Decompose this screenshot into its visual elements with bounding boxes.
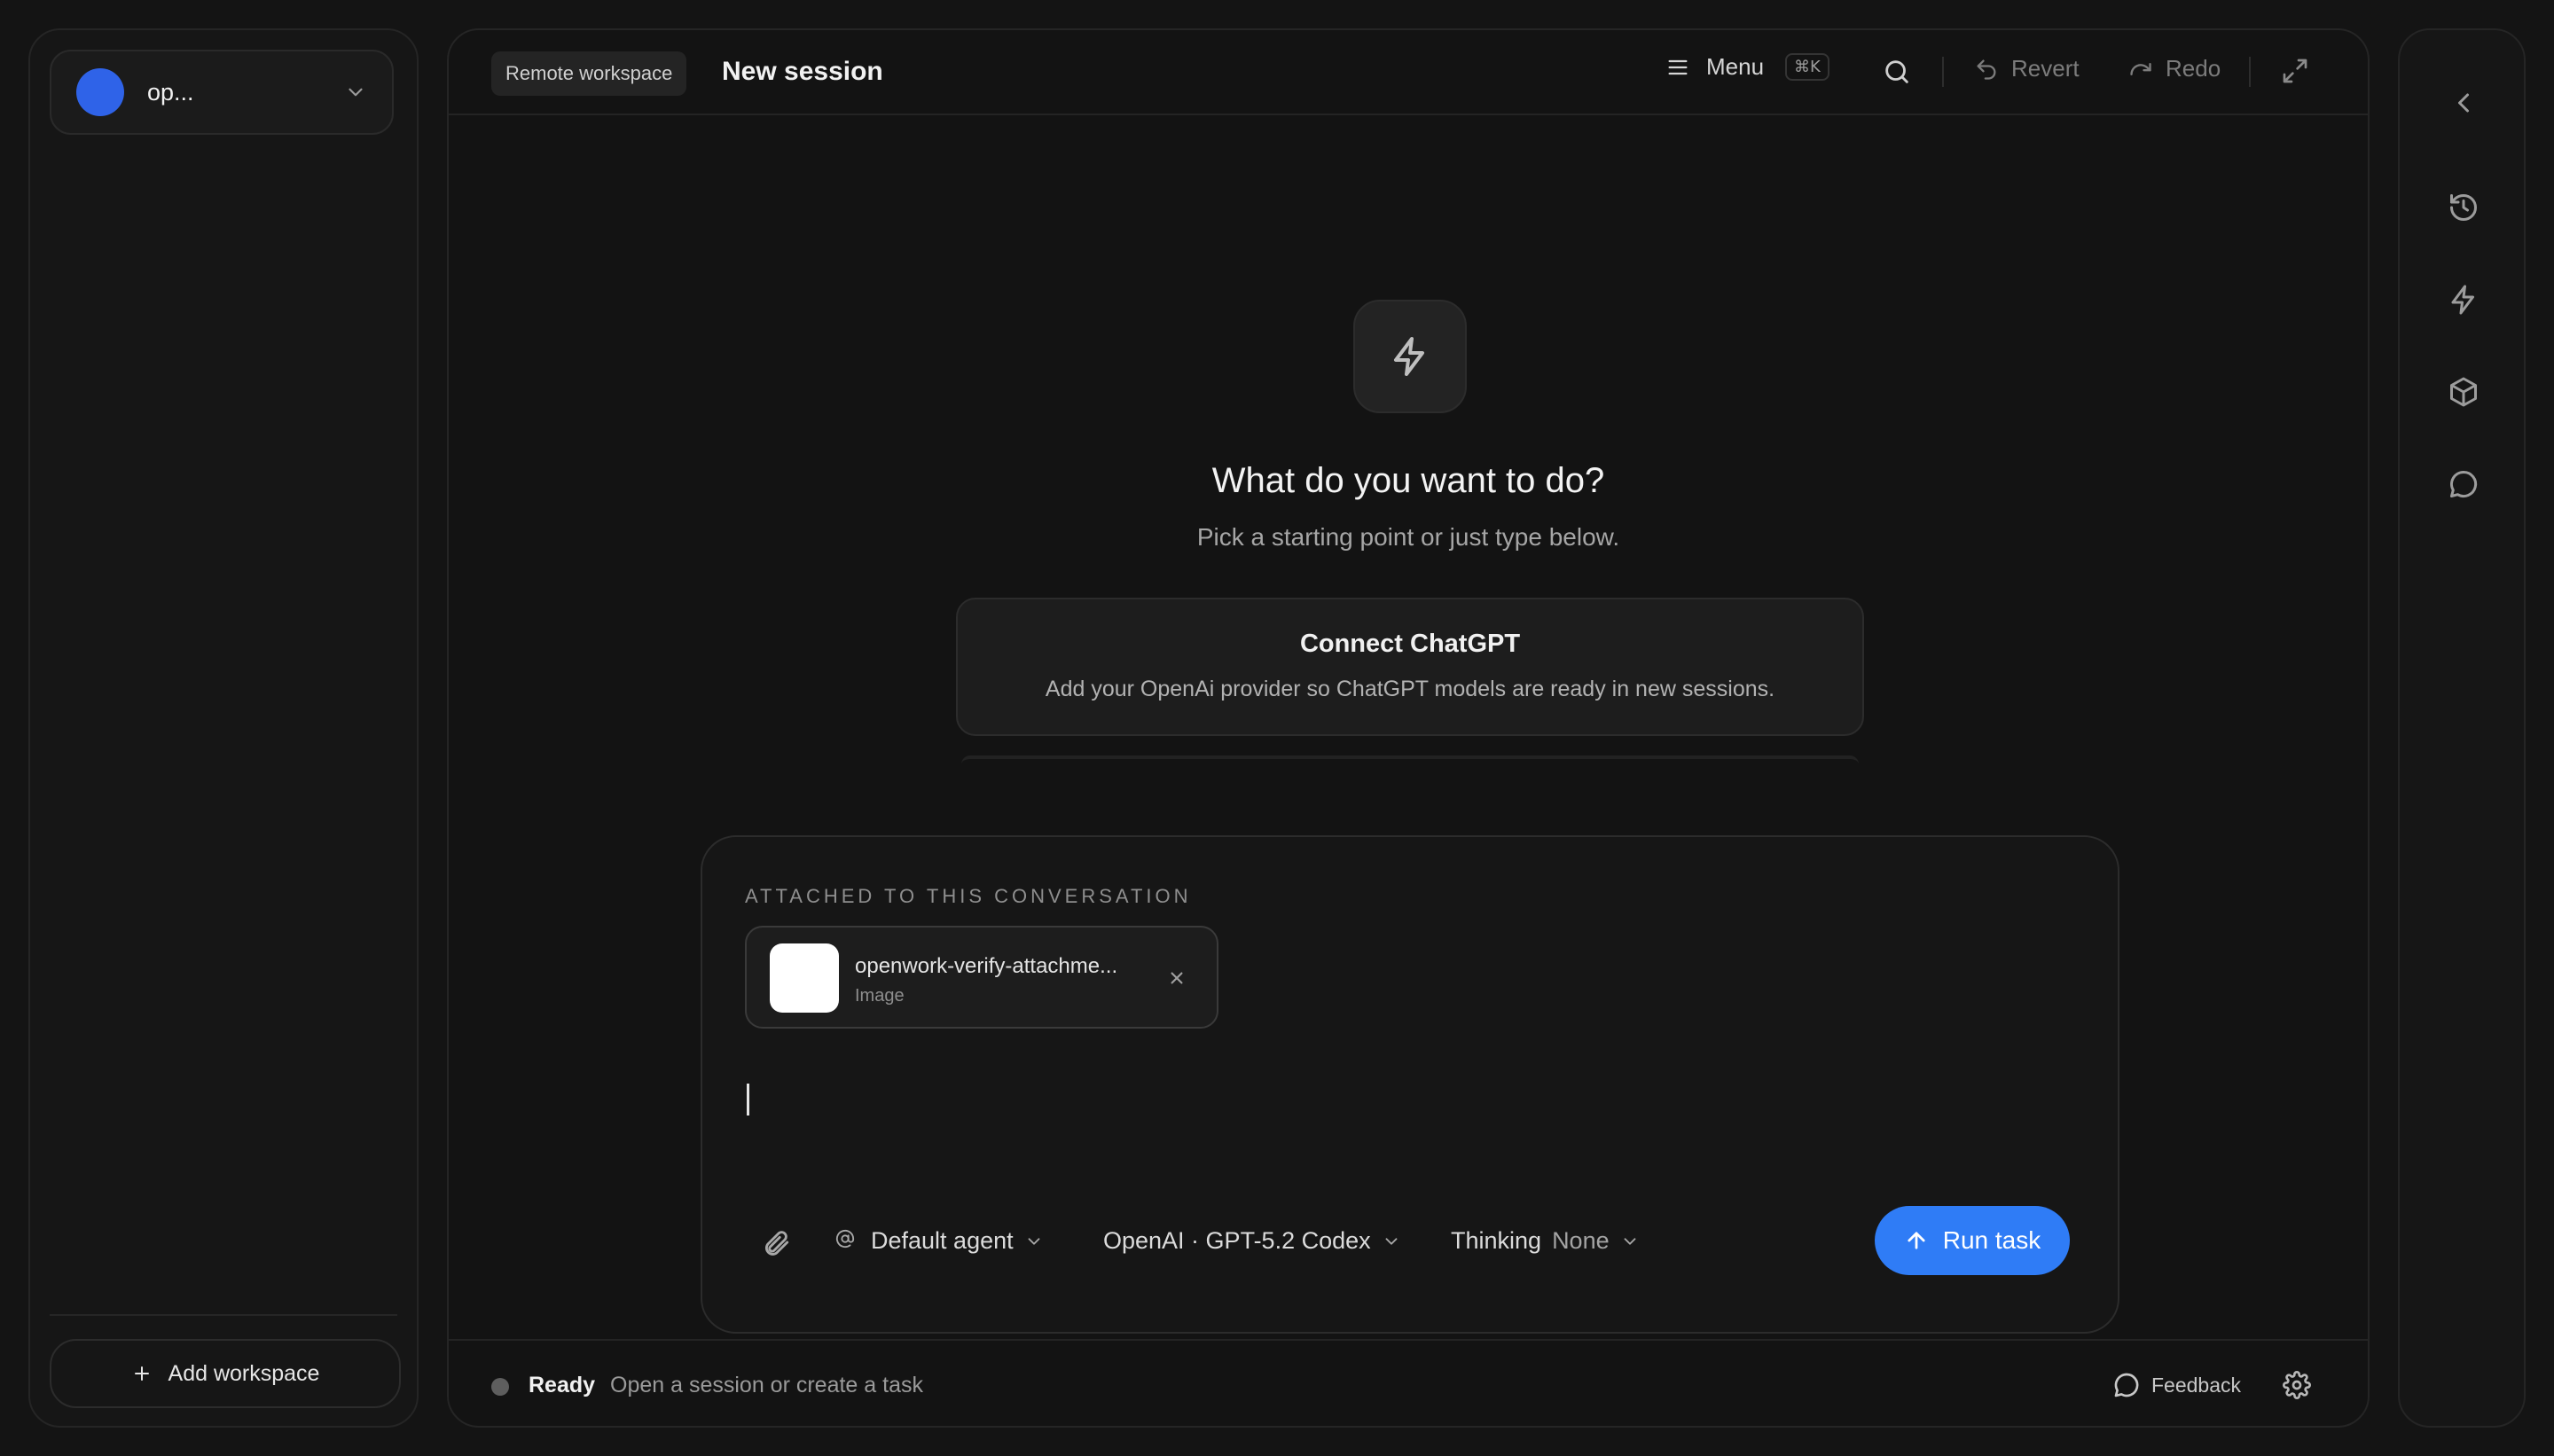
agent-label: Default agent: [871, 1227, 1014, 1254]
expand-icon[interactable]: [2281, 57, 2309, 85]
connect-chatgpt-card[interactable]: Connect ChatGPT Add your OpenAi provider…: [956, 598, 1864, 736]
remote-workspace-badge: Remote workspace: [491, 51, 687, 96]
header-divider: [2249, 57, 2251, 87]
run-task-label: Run task: [1942, 1226, 2041, 1254]
workspace-selector[interactable]: op...: [50, 50, 394, 135]
history-icon[interactable]: [2448, 192, 2480, 223]
status-label: Ready: [529, 1373, 596, 1397]
workspace-avatar: [76, 68, 124, 116]
hero-title: What do you want to do?: [1211, 461, 1605, 500]
suggestion-title: Connect ChatGPT: [1299, 630, 1521, 658]
page-title: New session: [722, 57, 883, 86]
chevron-down-icon: [1382, 1232, 1401, 1251]
paperclip-icon[interactable]: [761, 1227, 791, 1257]
feedback-label: Feedback: [2151, 1373, 2242, 1397]
header-divider: [1942, 57, 1944, 87]
at-icon: [835, 1229, 860, 1254]
redo-icon: [2128, 57, 2153, 82]
next-suggestion-card: [961, 755, 1859, 764]
gear-icon[interactable]: [2283, 1371, 2311, 1399]
revert-button[interactable]: Revert: [1974, 55, 2080, 82]
status-bar: Ready Open a session or create a task Fe…: [449, 1339, 2368, 1426]
workspace-name: op...: [147, 78, 194, 106]
lightning-icon[interactable]: [2448, 284, 2480, 316]
chevron-down-icon: [1620, 1232, 1640, 1251]
workspace-sidebar: op... Add workspace: [28, 28, 419, 1428]
arrow-up-icon: [1904, 1228, 1929, 1253]
lightning-icon: [1353, 300, 1467, 413]
attachment-thumbnail: [770, 943, 839, 1013]
model-selector[interactable]: OpenAI · GPT-5.2 Codex: [1103, 1227, 1401, 1255]
session-panel: Remote workspace New session Menu ⌘K Rev…: [447, 28, 2370, 1428]
cube-icon[interactable]: [2448, 376, 2480, 408]
add-workspace-label: Add workspace: [168, 1360, 320, 1386]
session-header: Remote workspace New session Menu ⌘K Rev…: [449, 30, 2368, 115]
sidebar-divider: [50, 1314, 397, 1316]
redo-label: Redo: [2166, 55, 2221, 82]
hero-subtitle: Pick a starting point or just type below…: [1196, 523, 1620, 551]
attachment-chip: openwork-verify-attachme... Image: [745, 926, 1218, 1029]
close-icon[interactable]: [1165, 967, 1188, 990]
revert-label: Revert: [2011, 55, 2080, 82]
chevron-down-icon: [344, 81, 367, 104]
feedback-button[interactable]: Feedback: [2112, 1371, 2241, 1399]
redo-button[interactable]: Redo: [2128, 55, 2221, 82]
thinking-selector[interactable]: Thinking None: [1451, 1227, 1640, 1255]
thinking-label: Thinking: [1451, 1227, 1542, 1254]
chevron-down-icon: [1024, 1232, 1044, 1251]
add-workspace-button[interactable]: Add workspace: [50, 1339, 401, 1408]
thinking-value: None: [1552, 1227, 1610, 1254]
model-label: OpenAI · GPT-5.2 Codex: [1103, 1227, 1371, 1254]
menu-label: Menu: [1706, 53, 1765, 80]
plus-icon: [131, 1363, 153, 1384]
message-icon[interactable]: [2448, 468, 2480, 500]
attachment-type: Image: [855, 986, 905, 1006]
message-icon: [2112, 1371, 2141, 1399]
agent-selector[interactable]: Default agent: [835, 1227, 1044, 1255]
chevron-left-icon[interactable]: [2448, 87, 2480, 119]
attachments-heading: ATTACHED TO THIS CONVERSATION: [745, 885, 1192, 907]
menu-shortcut: ⌘K: [1785, 53, 1829, 81]
run-task-button[interactable]: Run task: [1875, 1206, 2070, 1275]
search-icon[interactable]: [1882, 57, 1912, 87]
prompt-composer: ATTACHED TO THIS CONVERSATION openwork-v…: [701, 835, 2119, 1334]
status-text: Open a session or create a task: [610, 1373, 923, 1397]
undo-icon: [1974, 57, 1999, 82]
menu-button[interactable]: Menu ⌘K: [1665, 53, 1829, 81]
prompt-input[interactable]: [745, 1071, 2075, 1178]
right-rail: [2398, 28, 2526, 1428]
suggestion-description: Add your OpenAi provider so ChatGPT mode…: [1045, 677, 1775, 701]
attachment-name: openwork-verify-attachme...: [855, 954, 1118, 978]
text-caret: [747, 1084, 749, 1115]
status-indicator: [491, 1378, 509, 1396]
menu-icon: [1665, 55, 1690, 80]
